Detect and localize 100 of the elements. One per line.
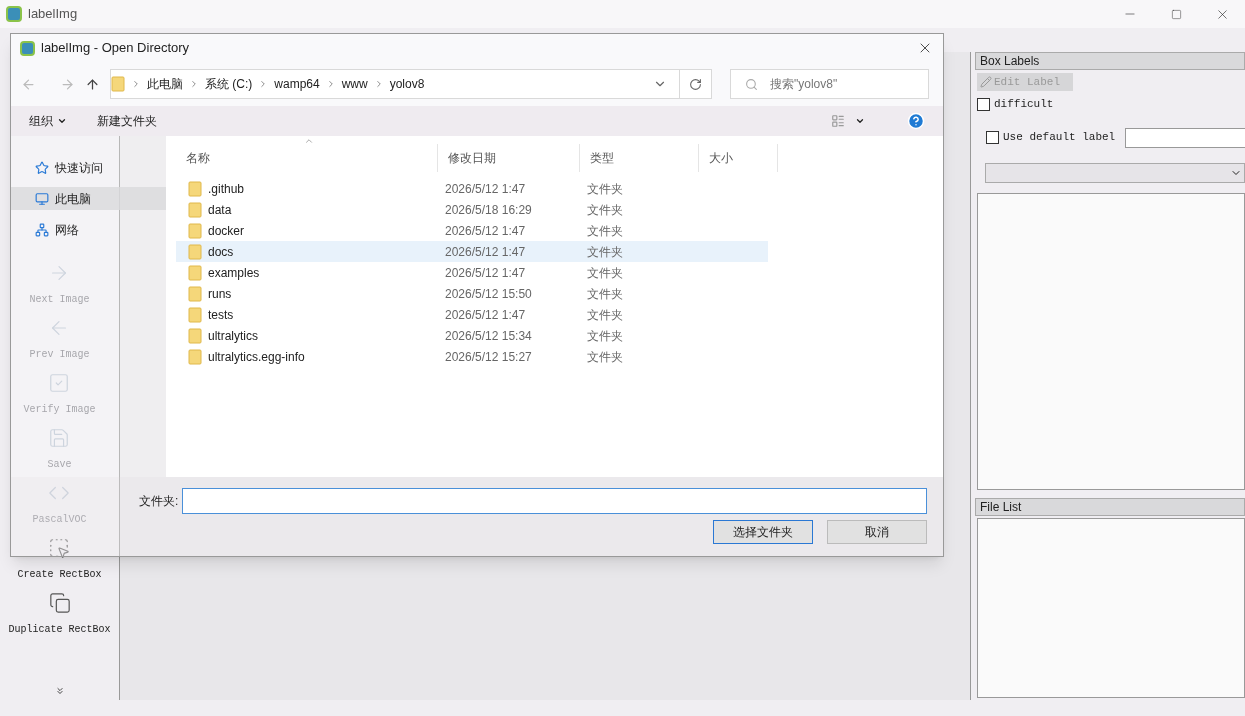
label-combobox[interactable] <box>985 162 1245 183</box>
folder-icon <box>188 306 202 323</box>
breadcrumb[interactable]: 此电脑 <box>147 75 183 93</box>
search-icon <box>745 77 758 91</box>
forward-icon[interactable] <box>60 76 75 92</box>
file-date: 2026/5/12 15:27 <box>444 348 533 366</box>
file-date: 2026/5/12 1:47 <box>444 243 527 261</box>
up-icon[interactable] <box>85 76 100 92</box>
folder-icon <box>188 327 202 344</box>
file-row[interactable]: runs 2026/5/12 15:50 文件夹 <box>176 283 768 304</box>
maximize-icon <box>1170 8 1182 20</box>
file-row[interactable]: ultralytics.egg-info 2026/5/12 15:27 文件夹 <box>176 346 768 367</box>
refresh-icon <box>689 77 702 91</box>
selection-box-icon <box>48 537 71 559</box>
save-icon <box>48 427 71 449</box>
caret-icon <box>57 116 67 126</box>
network-icon <box>35 222 49 237</box>
breadcrumb[interactable]: yolov8 <box>389 75 425 93</box>
dock-title: Box Labels <box>975 52 1245 70</box>
window-title: labelImg <box>28 5 78 24</box>
back-icon[interactable] <box>21 76 36 92</box>
file-type: 文件夹 <box>586 264 624 282</box>
column-header[interactable]: 类型 <box>580 144 699 172</box>
file-type: 文件夹 <box>586 285 624 303</box>
file-name: examples <box>208 264 260 282</box>
folder-icon <box>188 222 202 239</box>
dialog-button[interactable]: 取消 <box>827 520 927 544</box>
file-type: 文件夹 <box>586 201 624 219</box>
file-type: 文件夹 <box>586 327 624 345</box>
folder-label: 文件夹: <box>139 493 179 510</box>
column-header[interactable]: 名称 <box>176 144 438 172</box>
file-row[interactable]: data 2026/5/18 16:29 文件夹 <box>176 199 768 220</box>
file-name: .github <box>208 180 245 198</box>
more-icon[interactable] <box>54 686 65 696</box>
app-icon <box>6 6 22 22</box>
file-row[interactable]: docs 2026/5/12 1:47 文件夹 <box>176 241 768 262</box>
breadcrumb[interactable]: www <box>341 75 368 93</box>
folder-field[interactable] <box>182 488 927 514</box>
search-placeholder: 搜索"yolov8" <box>770 76 838 93</box>
file-type: 文件夹 <box>586 222 624 240</box>
app-icon <box>20 40 35 56</box>
file-name: ultralytics.egg-info <box>208 348 305 366</box>
monitor-icon <box>35 191 49 206</box>
file-row[interactable]: ultralytics 2026/5/12 15:34 文件夹 <box>176 325 768 346</box>
breadcrumb[interactable]: 系统 (C:) <box>205 75 253 93</box>
folder-icon <box>188 243 202 260</box>
dialog-button[interactable]: 选择文件夹 <box>713 520 813 544</box>
file-name: data <box>208 201 232 219</box>
folder-icon <box>188 201 202 218</box>
file-date: 2026/5/12 1:47 <box>444 306 527 324</box>
file-row[interactable]: examples 2026/5/12 1:47 文件夹 <box>176 262 768 283</box>
checkbox[interactable] <box>986 131 999 144</box>
file-type: 文件夹 <box>586 180 624 198</box>
file-name: tests <box>208 306 234 324</box>
file-date: 2026/5/12 1:47 <box>444 264 527 282</box>
file-type: 文件夹 <box>586 306 624 324</box>
column-header[interactable]: 修改日期 <box>438 144 580 172</box>
search-field[interactable]: 搜索"yolov8" <box>730 69 929 99</box>
folder-icon <box>111 76 125 92</box>
pencil-icon <box>980 76 992 88</box>
file-type: 文件夹 <box>586 243 624 261</box>
separator-icon <box>131 79 141 89</box>
checkbox-icon <box>48 372 71 394</box>
file-row[interactable]: docker 2026/5/12 1:47 文件夹 <box>176 220 768 241</box>
copy-icon <box>48 592 71 614</box>
checkbox-label: Use default label <box>1003 130 1116 146</box>
file-name: runs <box>208 285 232 303</box>
dock-title: File List <box>975 497 1245 516</box>
checkbox[interactable] <box>977 97 990 111</box>
command-button[interactable]: 新建文件夹 <box>97 112 157 130</box>
view-icon[interactable] <box>831 114 845 128</box>
file-date: 2026/5/18 16:29 <box>444 201 533 219</box>
caret-icon[interactable] <box>855 116 865 126</box>
file-name: ultralytics <box>208 327 258 345</box>
file-date: 2026/5/12 1:47 <box>444 180 527 198</box>
file-name: docs <box>208 243 234 261</box>
separator-icon <box>189 79 199 89</box>
toolbar-button[interactable]: Duplicate RectBox <box>8 592 111 637</box>
help-icon[interactable] <box>907 112 925 130</box>
command-button[interactable]: 组织 <box>29 112 67 130</box>
nav-item[interactable]: 网络 <box>11 218 166 241</box>
file-date: 2026/5/12 15:34 <box>444 327 533 345</box>
column-header[interactable]: 大小 <box>699 144 778 172</box>
folder-icon <box>188 180 202 197</box>
folder-icon <box>188 264 202 281</box>
checkbox-label: difficult <box>994 97 1054 112</box>
breadcrumb[interactable]: wamp64 <box>274 75 320 93</box>
nav-item[interactable]: 快速访问 <box>11 156 166 179</box>
toolbar-button[interactable]: Create RectBox <box>17 537 102 582</box>
file-type: 文件夹 <box>586 348 624 366</box>
file-row[interactable]: tests 2026/5/12 1:47 文件夹 <box>176 304 768 325</box>
file-row[interactable]: .github 2026/5/12 1:47 文件夹 <box>176 178 768 199</box>
star-icon <box>35 160 49 175</box>
address-bar[interactable]: 此电脑 系统 (C:) wamp64 www yolov8 <box>110 69 712 99</box>
folder-icon <box>188 348 202 365</box>
folder-icon <box>188 285 202 302</box>
nav-item[interactable]: 此电脑 <box>11 187 166 210</box>
sort-icon <box>304 136 314 146</box>
file-date: 2026/5/12 15:50 <box>444 285 533 303</box>
file-name: docker <box>208 222 245 240</box>
